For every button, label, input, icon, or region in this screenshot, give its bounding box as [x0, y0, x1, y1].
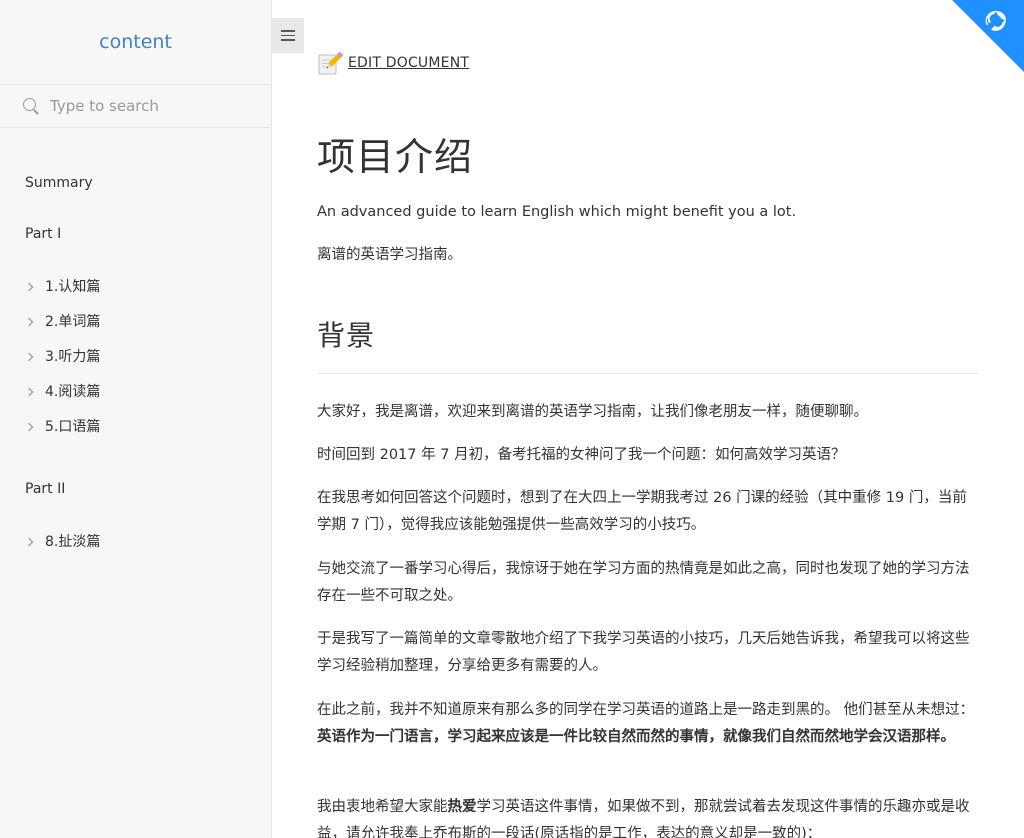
toc-item-4[interactable]: 4.阅读篇 — [0, 373, 271, 408]
chevron-right-icon — [24, 384, 45, 398]
paragraph-6-text: 在此之前，我并不知道原来有那么多的同学在学习英语的道路上是一路走到黑的。 他们甚… — [317, 702, 975, 718]
toc-group-part-1: 1.认知篇 2.单词篇 3.听力篇 4.阅读篇 5.口语篇 — [0, 268, 271, 443]
sidebar-toggle-button[interactable] — [272, 18, 304, 53]
github-icon — [952, 0, 1024, 72]
heading-divider — [317, 373, 979, 374]
chevron-right-icon — [24, 349, 45, 363]
chevron-right-icon — [24, 314, 45, 328]
paragraph-7-bold: 热爱 — [447, 799, 477, 815]
brand-title[interactable]: content — [0, 0, 271, 85]
toc-item-label: 5.口语篇 — [45, 418, 101, 435]
toc-item-label: 4.阅读篇 — [45, 383, 101, 400]
toc-item-label: 1.认知篇 — [45, 278, 101, 295]
toc-item-label: 8.扯淡篇 — [45, 533, 101, 550]
chevron-right-icon — [24, 534, 45, 548]
section-heading-background: 背景 — [317, 319, 376, 352]
toc-item-1[interactable]: 1.认知篇 — [0, 268, 271, 303]
chevron-right-icon — [24, 279, 45, 293]
paragraph-6-bold: 英语作为一门语言，学习起来应该是一件比较自然而然的事情，就像我们自然而然地学会汉… — [317, 729, 941, 745]
sidebar: content Summary Part I 1.认知篇 2.单词篇 3.听力篇… — [0, 0, 272, 838]
search-input[interactable] — [50, 97, 250, 115]
toc-group-part-2: 8.扯淡篇 — [0, 523, 271, 558]
paragraph-5: 于是我写了一篇简单的文章零散地介绍了下我学习英语的小技巧，几天后她告诉我，希望我… — [317, 631, 970, 674]
paragraph-6-end: 。 — [940, 729, 956, 745]
toc-part-2: Part II — [25, 481, 66, 497]
toc-item-5[interactable]: 5.口语篇 — [0, 408, 271, 443]
github-corner-link[interactable] — [952, 0, 1024, 72]
paragraph-7-text-a: 我由衷地希望大家能 — [317, 799, 448, 815]
search-icon — [22, 97, 40, 115]
toc-item-2[interactable]: 2.单词篇 — [0, 303, 271, 338]
menu-icon-bar — [281, 34, 295, 37]
toc-nav: Summary Part I 1.认知篇 2.单词篇 3.听力篇 4.阅读篇 5… — [0, 128, 271, 558]
paragraph-7: 我由衷地希望大家能热爱学习英语这件事情，如果做不到，那就尝试着去发现这件事情的乐… — [317, 794, 979, 838]
search-bar — [0, 85, 271, 128]
page-title: 项目介绍 — [317, 135, 474, 179]
toc-item-8[interactable]: 8.扯淡篇 — [0, 523, 271, 558]
memo-pencil-icon — [318, 51, 343, 75]
toc-part-1: Part I — [25, 226, 62, 242]
menu-icon-bar — [281, 30, 295, 32]
toc-item-label: 3.听力篇 — [45, 348, 101, 365]
paragraph-3: 在我思考如何回答这个问题时，想到了在大四上一学期我考过 26 门课的经验（其中重… — [317, 490, 967, 533]
intro-chinese: 离谱的英语学习指南。 — [317, 247, 462, 263]
toc-summary[interactable]: Summary — [0, 172, 271, 194]
toc-item-3[interactable]: 3.听力篇 — [0, 338, 271, 373]
intro-english: An advanced guide to learn English which… — [317, 204, 797, 220]
paragraph-1: 大家好，我是离谱，欢迎来到离谱的英语学习指南，让我们像老朋友一样，随便聊聊。 — [317, 404, 868, 420]
paragraph-2: 时间回到 2017 年 7 月初，备考托福的女神问了我一个问题：如何高效学习英语… — [317, 447, 846, 463]
toc-item-label: 2.单词篇 — [45, 313, 101, 330]
chevron-right-icon — [24, 419, 45, 433]
menu-icon-bar — [281, 39, 295, 41]
edit-document-link[interactable]: EDIT DOCUMENT — [317, 50, 469, 76]
paragraph-6: 在此之前，我并不知道原来有那么多的同学在学习英语的道路上是一路走到黑的。 他们甚… — [317, 697, 979, 751]
paragraph-4: 与她交流了一番学习心得后，我惊讶于她在学习方面的热情竟是如此之高，同时也发现了她… — [317, 561, 970, 604]
edit-document-label: EDIT DOCUMENT — [348, 55, 470, 71]
